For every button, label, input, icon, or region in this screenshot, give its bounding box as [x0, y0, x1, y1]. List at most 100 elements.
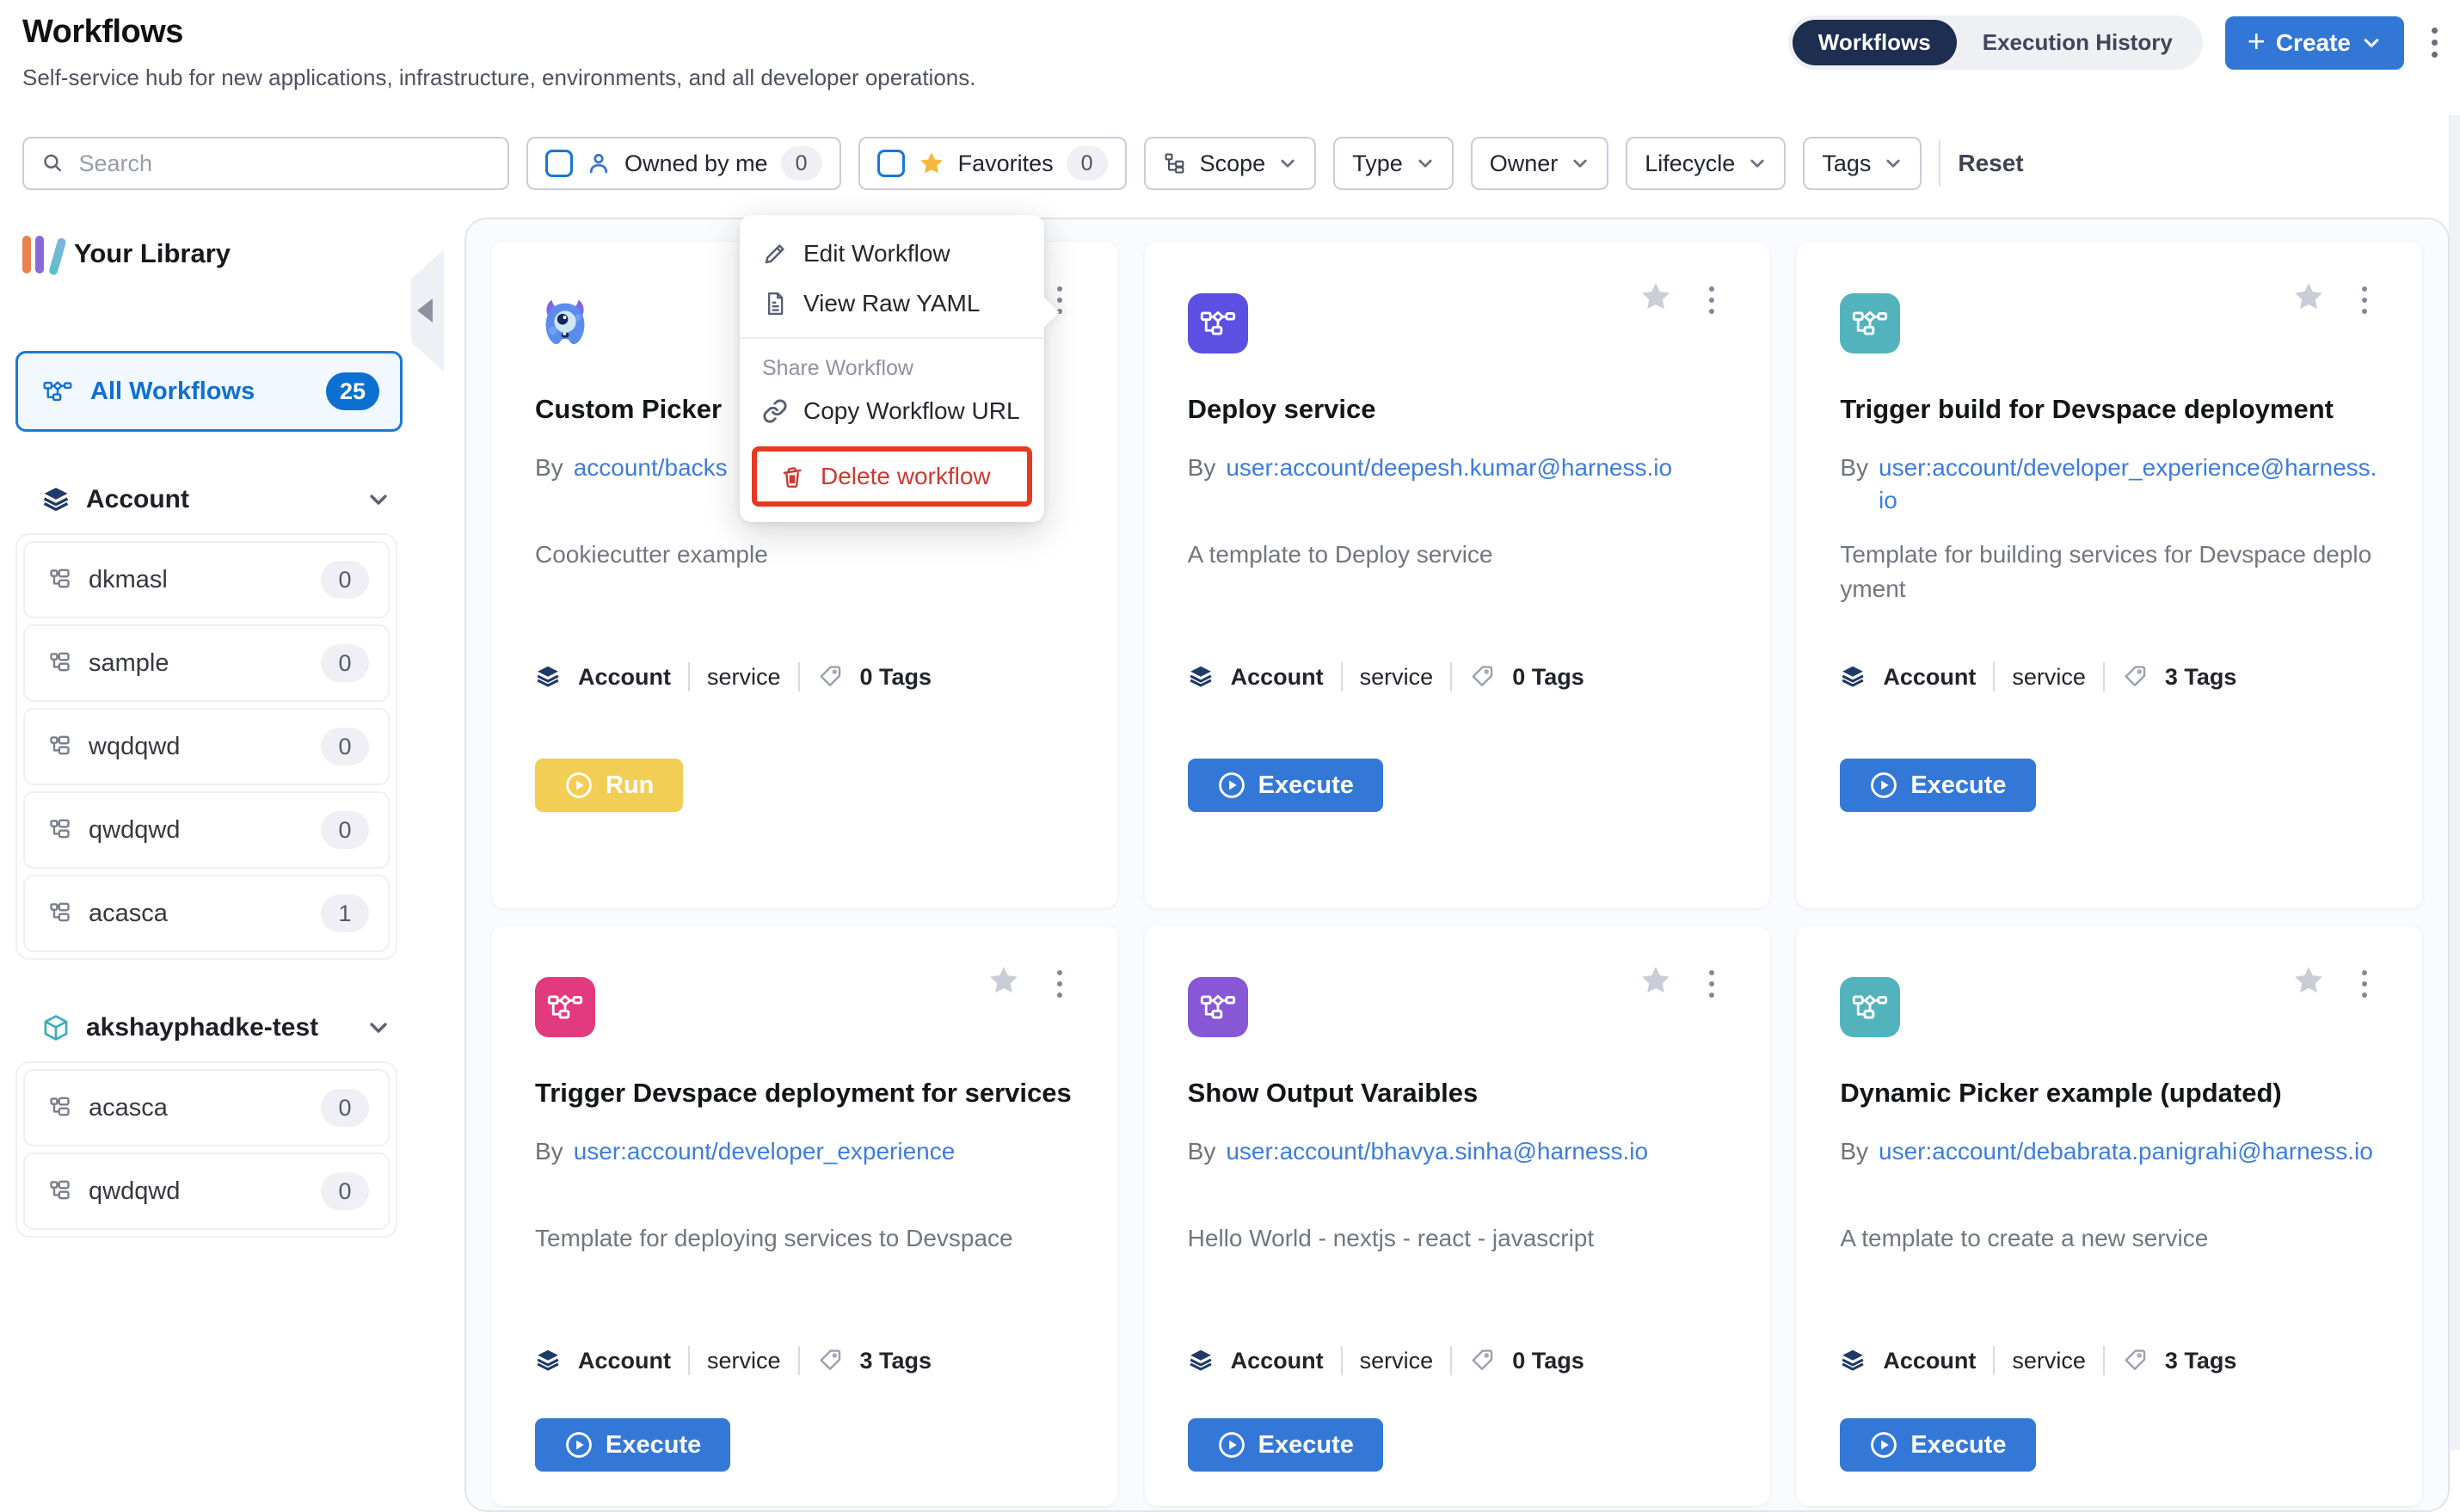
filter-divider — [1939, 140, 1940, 187]
execute-button[interactable]: Execute — [1840, 1418, 2035, 1472]
layers-icon — [1840, 664, 1866, 690]
item-count-badge: 0 — [321, 644, 369, 682]
sidebar-item-acasca[interactable]: acasca 1 — [23, 875, 390, 952]
reset-filters-link[interactable]: Reset — [1958, 150, 2023, 177]
menu-item-view-raw-yaml[interactable]: View Raw YAML — [740, 279, 1044, 329]
tab-execution-history[interactable]: Execution History — [1957, 20, 2199, 65]
account-items-group: dkmasl 0 sample 0 wqdqwd 0 qwdqwd 0 acas… — [15, 533, 397, 960]
trash-icon — [779, 464, 805, 489]
by-label: By — [1188, 452, 1216, 538]
scrollbar-gutter[interactable] — [2449, 115, 2460, 1450]
workflow-card-trigger-devspace: Trigger Devspace deployment for services… — [492, 925, 1117, 1506]
play-icon — [564, 771, 593, 800]
favorite-star-icon[interactable] — [987, 963, 1021, 1002]
by-label: By — [535, 452, 563, 538]
run-button[interactable]: Run — [535, 759, 683, 812]
favorites-checkbox[interactable] — [877, 150, 905, 177]
favorites-count: 0 — [1067, 146, 1108, 181]
menu-item-copy-workflow-url[interactable]: Copy Workflow URL — [740, 386, 1044, 436]
card-meta: Account service 3 Tags — [1840, 1346, 2379, 1375]
card-title: Dynamic Picker example (updated) — [1840, 1077, 2379, 1109]
delete-highlight-annotation: Delete workflow — [752, 446, 1032, 507]
card-type: service — [2012, 1348, 2086, 1374]
sidebar-item-qwdqwd[interactable]: qwdqwd 0 — [23, 791, 390, 869]
sidebar-item-label: acasca — [89, 1094, 168, 1122]
favorite-star-icon[interactable] — [1639, 963, 1673, 1002]
execute-button[interactable]: Execute — [1188, 759, 1383, 812]
sidebar-item-acasca[interactable]: acasca 0 — [23, 1069, 390, 1146]
header-kebab-menu-icon[interactable] — [2426, 22, 2443, 63]
card-scope: Account — [1231, 664, 1324, 691]
workflow-flowchart-icon — [535, 977, 595, 1037]
by-label: By — [1188, 1135, 1216, 1221]
card-description: Cookiecutter example — [535, 538, 1074, 662]
sidebar-item-label: qwdqwd — [89, 816, 180, 845]
menu-item-edit-workflow[interactable]: Edit Workflow — [740, 229, 1044, 279]
header-actions: Workflows Execution History + Create — [1788, 15, 2443, 70]
favorite-star-icon[interactable] — [1639, 280, 1673, 318]
owner-link[interactable]: user:account/debabrata.panigrahi@harness… — [1879, 1135, 2373, 1221]
card-scope: Account — [1231, 1348, 1324, 1374]
menu-section-share-workflow: Share Workflow — [740, 347, 1044, 386]
play-icon — [1217, 771, 1246, 800]
owner-link[interactable]: account/backs — [574, 452, 728, 538]
search-input[interactable] — [79, 151, 491, 177]
favorites-filter[interactable]: Favorites 0 — [858, 137, 1127, 190]
chevron-down-icon — [2361, 33, 2382, 53]
owner-link[interactable]: user:account/deepesh.kumar@harness.io — [1226, 452, 1672, 538]
sidebar-item-dkmasl[interactable]: dkmasl 0 — [23, 541, 390, 618]
pencil-icon — [762, 241, 788, 267]
layers-icon — [1840, 1348, 1866, 1374]
owned-by-me-filter[interactable]: Owned by me 0 — [526, 137, 841, 190]
layers-icon — [535, 1348, 561, 1374]
tag-icon — [2122, 1348, 2148, 1374]
sidebar-section-account[interactable]: Account — [41, 485, 391, 514]
sidebar-item-wqdqwd[interactable]: wqdqwd 0 — [23, 708, 390, 785]
owner-link[interactable]: user:account/developer_experience@harnes… — [1879, 452, 2379, 538]
create-button[interactable]: + Create — [2225, 16, 2404, 70]
card-byline: By user:account/developer_experience — [535, 1135, 1074, 1221]
execute-button[interactable]: Execute — [1188, 1418, 1383, 1472]
execute-button[interactable]: Execute — [1840, 759, 2035, 812]
chevron-down-icon — [366, 1016, 391, 1040]
card-title: Trigger build for Devspace deployment — [1840, 393, 2379, 426]
card-byline: By user:account/debabrata.panigrahi@harn… — [1840, 1135, 2379, 1221]
card-kebab-menu-icon[interactable] — [1052, 965, 1067, 1003]
owned-by-me-checkbox[interactable] — [545, 150, 573, 177]
play-icon — [1869, 1430, 1898, 1460]
sidebar-item-all-workflows[interactable]: All Workflows 25 — [15, 351, 403, 432]
item-count-badge: 1 — [321, 894, 369, 932]
search-box — [22, 137, 509, 190]
card-meta: Account service 0 Tags — [1188, 1346, 1727, 1375]
owner-dropdown[interactable]: Owner — [1471, 137, 1609, 190]
workflow-tree-icon — [49, 650, 75, 676]
sidebar-item-sample[interactable]: sample 0 — [23, 624, 390, 702]
tag-icon — [1469, 664, 1495, 690]
layers-icon — [41, 485, 71, 514]
card-kebab-menu-icon[interactable] — [2357, 281, 2372, 319]
sidebar-section-akshayphadke-test[interactable]: akshayphadke-test — [41, 1013, 391, 1042]
menu-item-delete-workflow[interactable]: Delete workflow — [757, 452, 1027, 501]
card-description: Template for deploying services to Devsp… — [535, 1221, 1074, 1346]
type-dropdown[interactable]: Type — [1333, 137, 1454, 190]
tag-icon — [817, 1348, 843, 1374]
owner-link[interactable]: user:account/bhavya.sinha@harness.io — [1226, 1135, 1648, 1221]
sidebar-item-qwdqwd[interactable]: qwdqwd 0 — [23, 1152, 390, 1230]
card-kebab-menu-icon[interactable] — [1704, 281, 1719, 319]
card-meta: Account service 0 Tags — [535, 662, 1074, 691]
scope-dropdown-label: Scope — [1200, 151, 1266, 177]
favorite-star-icon[interactable] — [2291, 280, 2326, 318]
card-kebab-menu-icon[interactable] — [2357, 965, 2372, 1003]
tags-dropdown[interactable]: Tags — [1803, 137, 1922, 190]
favorite-star-icon[interactable] — [2291, 963, 2326, 1002]
workflow-tree-icon — [49, 1095, 75, 1121]
owner-link[interactable]: user:account/developer_experience — [574, 1135, 956, 1221]
card-kebab-menu-icon[interactable] — [1704, 965, 1719, 1003]
card-meta: Account service 0 Tags — [1188, 662, 1727, 691]
card-tags: 3 Tags — [2165, 664, 2237, 691]
star-icon — [918, 150, 945, 177]
execute-button[interactable]: Execute — [535, 1418, 730, 1472]
lifecycle-dropdown[interactable]: Lifecycle — [1626, 137, 1786, 190]
scope-dropdown[interactable]: Scope — [1144, 137, 1317, 190]
tab-workflows[interactable]: Workflows — [1793, 20, 1957, 65]
